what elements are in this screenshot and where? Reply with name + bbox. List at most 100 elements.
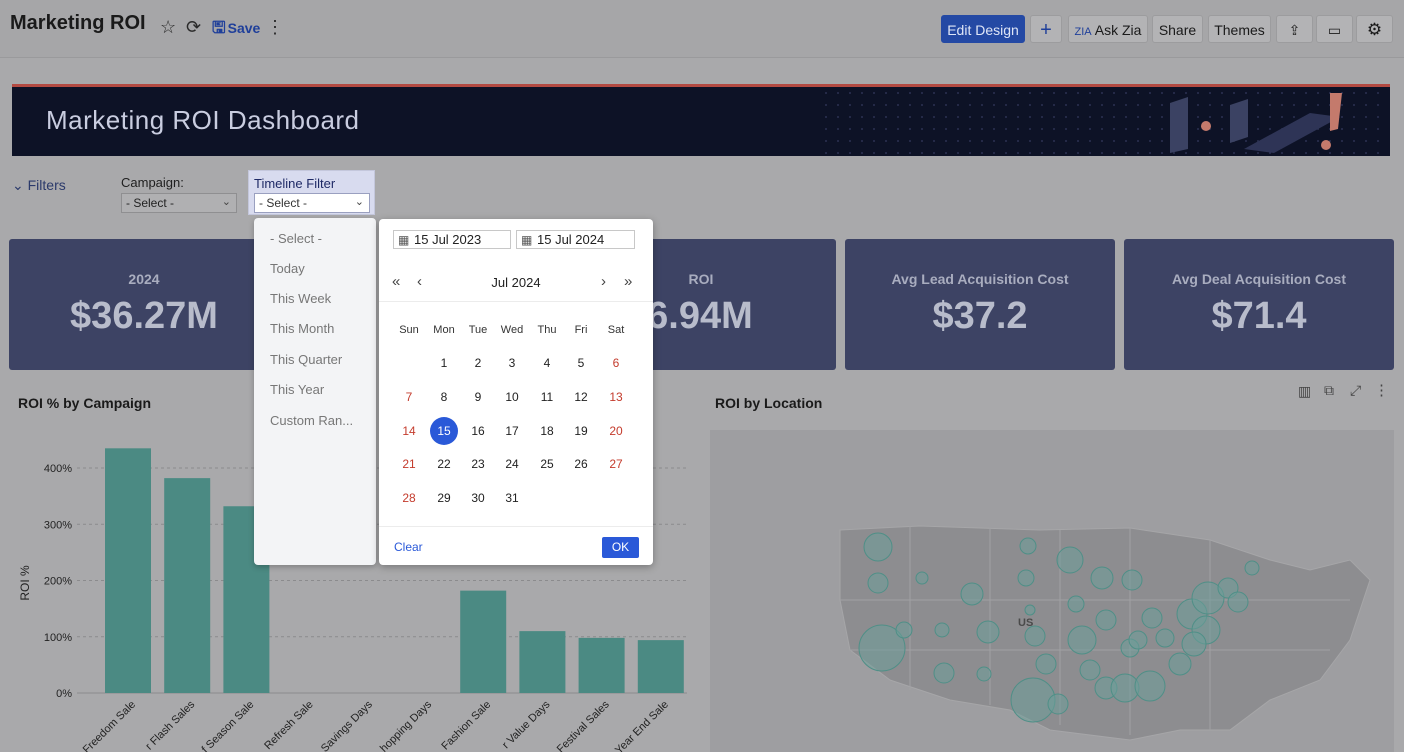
save-button[interactable]: 🖫 Save	[212, 17, 260, 44]
start-date-input[interactable]: ▦ 15 Jul 2023	[393, 230, 511, 249]
calendar-day[interactable]: 1	[430, 349, 458, 377]
timeline-select-value: - Select -	[259, 196, 308, 210]
banner-title: Marketing ROI Dashboard	[46, 105, 360, 135]
calendar-day[interactable]: 25	[533, 450, 561, 478]
calendar-icon: ▦	[521, 233, 533, 247]
x-tick-label: Year End Sale	[613, 699, 671, 752]
filters-toggle[interactable]: ⌄ Filters	[12, 177, 66, 194]
panel-title: ROI % by Campaign	[18, 395, 152, 411]
calendar-day[interactable]: 9	[464, 383, 492, 411]
us-map: US	[710, 430, 1394, 752]
open-external-icon[interactable]: ⧉	[1324, 382, 1334, 399]
dropdown-option-custom-range[interactable]: Custom Ran...	[270, 413, 353, 428]
settings-gear-icon[interactable]: ⚙	[1356, 15, 1393, 43]
edit-design-button[interactable]: Edit Design	[941, 15, 1025, 43]
calendar-day[interactable]: 2	[464, 349, 492, 377]
add-button[interactable]: +	[1030, 15, 1062, 43]
bar	[460, 590, 507, 693]
export-icon[interactable]: ⇪	[1276, 15, 1313, 43]
campaign-select[interactable]: - Select - ⌄	[121, 193, 237, 213]
weekday-label: Thu	[537, 324, 557, 336]
calendar-day[interactable]: 3	[498, 349, 526, 377]
end-date-input[interactable]: ▦ 15 Jul 2024	[516, 230, 635, 249]
dashboard-title: Marketing ROI	[10, 12, 146, 34]
y-tick-label: 400%	[44, 463, 72, 475]
calendar-day-selected[interactable]: 15	[430, 417, 458, 445]
calendar-day[interactable]: 24	[498, 450, 526, 478]
calendar-icon: ▦	[398, 233, 410, 247]
calendar-day[interactable]: 31	[498, 484, 526, 512]
calendar-day[interactable]: 16	[464, 417, 492, 445]
more-vertical-icon[interactable]: ⋮	[266, 16, 284, 38]
more-vertical-icon[interactable]: ⋮	[1374, 381, 1389, 399]
dropdown-option-this-month[interactable]: This Month	[270, 321, 334, 336]
dashboard-banner: Marketing ROI Dashboard	[12, 84, 1390, 156]
themes-button[interactable]: Themes	[1208, 15, 1271, 43]
x-tick-label: r Value Days	[500, 698, 553, 751]
calendar-day[interactable]: 14	[395, 417, 423, 445]
calendar-day[interactable]: 5	[567, 349, 595, 377]
month-label: Jul 2024	[491, 275, 541, 290]
y-tick-label: 200%	[44, 576, 72, 588]
banner-graphic-icon	[1170, 93, 1342, 153]
weekday-label: Sun	[399, 324, 419, 336]
kpi-label: 2024	[128, 271, 160, 287]
dropdown-option-this-year[interactable]: This Year	[270, 382, 324, 397]
calendar-day[interactable]: 26	[567, 450, 595, 478]
weekday-label: Wed	[500, 324, 524, 336]
calendar-day[interactable]: 28	[395, 484, 423, 512]
ask-zia-button[interactable]: ZIA Ask Zia	[1068, 15, 1148, 43]
calendar-day[interactable]: 12	[567, 383, 595, 411]
calendar-day[interactable]: 18	[533, 417, 561, 445]
calendar-day[interactable]: 6	[602, 349, 630, 377]
calendar-day[interactable]: 29	[430, 484, 458, 512]
calendar-day[interactable]: 30	[464, 484, 492, 512]
calendar-day[interactable]: 21	[395, 450, 423, 478]
calendar-day[interactable]: 8	[430, 383, 458, 411]
calendar-day[interactable]: 20	[602, 417, 630, 445]
calendar-day[interactable]: 10	[498, 383, 526, 411]
y-tick-label: 100%	[44, 632, 72, 644]
x-tick-label: Refresh Sale	[262, 699, 315, 752]
dropdown-option-this-quarter[interactable]: This Quarter	[270, 352, 342, 367]
dropdown-option-this-week[interactable]: This Week	[270, 291, 331, 306]
next-year-icon[interactable]: »	[624, 273, 632, 290]
calendar-day[interactable]: 11	[533, 383, 561, 411]
star-icon[interactable]: ☆	[160, 16, 176, 38]
x-tick-label: Fashion Sale	[439, 699, 493, 752]
weekday-label: Mon	[433, 324, 455, 336]
chevron-down-icon: ⌄	[12, 177, 24, 193]
dropdown-option-select[interactable]: - Select -	[270, 231, 322, 246]
bar	[105, 448, 151, 693]
calendar-day[interactable]: 17	[498, 417, 526, 445]
ok-button[interactable]: OK	[602, 537, 639, 558]
calendar-day[interactable]: 19	[567, 417, 595, 445]
ask-zia-label: Ask Zia	[1094, 22, 1142, 38]
chevron-down-icon: ⌄	[221, 196, 231, 208]
calendar-day[interactable]: 7	[395, 383, 423, 411]
save-label: Save	[227, 20, 261, 36]
calendar-day[interactable]: 23	[464, 450, 492, 478]
weekday-label: Sat	[607, 324, 625, 336]
dropdown-option-today[interactable]: Today	[270, 261, 305, 276]
clear-button[interactable]: Clear	[394, 540, 423, 554]
chart-type-icon[interactable]: ▥	[1298, 383, 1311, 400]
campaign-label: Campaign:	[121, 175, 184, 190]
expand-icon[interactable]: ⤢	[1350, 382, 1361, 399]
kpi-value: 16.94M	[626, 295, 753, 337]
calendar-day[interactable]: 13	[602, 383, 630, 411]
campaign-select-value: - Select -	[126, 196, 175, 210]
share-button[interactable]: Share	[1152, 15, 1203, 43]
zia-icon: ZIA	[1074, 26, 1092, 38]
kpi-value: $71.4	[1211, 295, 1307, 337]
comment-icon[interactable]: ▭	[1316, 15, 1353, 43]
date-range-picker: ▦ 15 Jul 2023 ▦ 15 Jul 2024 « ‹ Jul 2024…	[379, 219, 653, 565]
bar	[637, 640, 684, 693]
timeline-select[interactable]: - Select - ⌄	[254, 193, 370, 213]
next-month-icon[interactable]: ›	[601, 273, 606, 290]
calendar-day[interactable]: 4	[533, 349, 561, 377]
calendar-day[interactable]: 27	[602, 450, 630, 478]
timeline-filter: Timeline Filter - Select - ⌄	[248, 170, 375, 215]
refresh-icon[interactable]: ⟳	[186, 16, 201, 38]
calendar-day[interactable]: 22	[430, 450, 458, 478]
